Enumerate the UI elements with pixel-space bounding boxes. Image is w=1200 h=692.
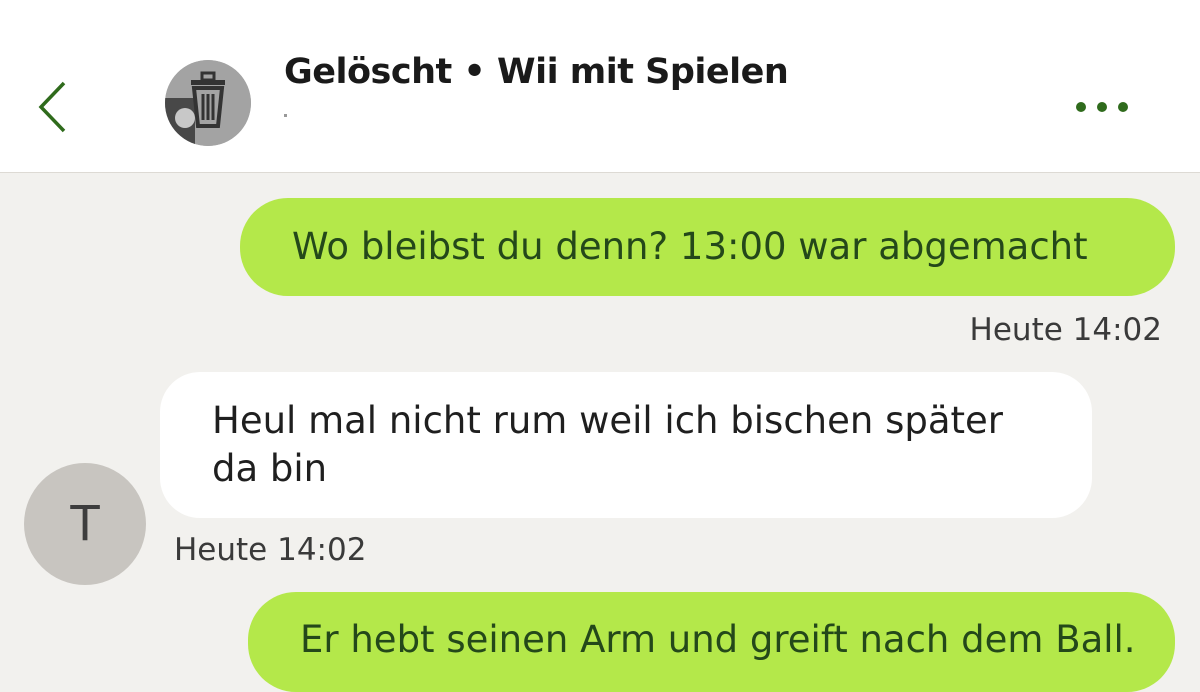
chat-title[interactable]: Gelöscht • Wii mit Spielen [284, 52, 789, 92]
message-text: Heul mal nicht rum weil ich bischen spät… [212, 399, 1004, 490]
more-dots-icon [1118, 102, 1128, 112]
status-indicator [284, 114, 287, 117]
trash-icon [165, 60, 251, 146]
group-avatar[interactable] [165, 60, 251, 146]
more-options-button[interactable] [1070, 96, 1134, 120]
message-timestamp: Heute 14:02 [969, 312, 1162, 348]
message-timestamp: Heute 14:02 [174, 532, 367, 568]
chat-header: Gelöscht • Wii mit Spielen [0, 0, 1200, 173]
chevron-left-icon [38, 81, 66, 133]
outgoing-message-bubble[interactable]: Er hebt seinen Arm und greift nach dem B… [248, 592, 1175, 692]
more-dots-icon [1097, 102, 1107, 112]
back-button[interactable] [30, 78, 80, 138]
outgoing-message-bubble[interactable]: Wo bleibst du denn? 13:00 war abgemacht [240, 198, 1175, 296]
sender-avatar[interactable]: T [24, 463, 146, 585]
message-text: Er hebt seinen Arm und greift nach dem B… [300, 618, 1136, 661]
more-dots-icon [1076, 102, 1086, 112]
incoming-message-bubble[interactable]: Heul mal nicht rum weil ich bischen spät… [160, 372, 1092, 518]
message-text: Wo bleibst du denn? 13:00 war abgemacht [292, 225, 1088, 268]
